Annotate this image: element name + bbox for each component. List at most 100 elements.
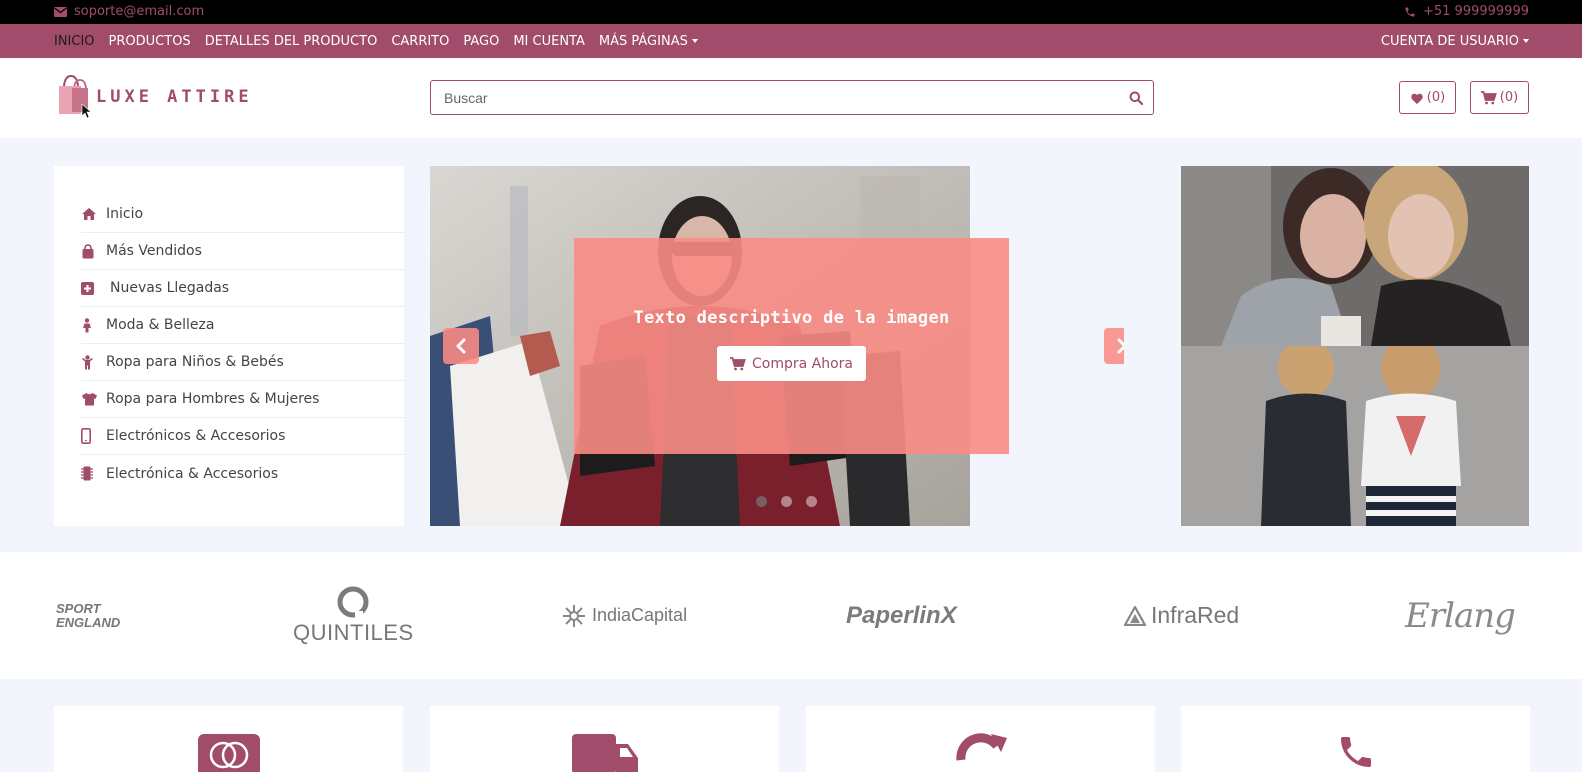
- carousel-indicator[interactable]: [806, 496, 817, 507]
- brand-sport-england-line1: SPORT: [56, 600, 101, 616]
- shop-now-button[interactable]: Compra Ahora: [716, 346, 866, 381]
- nav-item-mas-paginas[interactable]: MÁS PÁGINAS: [599, 34, 698, 49]
- nav-item-carrito[interactable]: CARRITO: [391, 34, 449, 49]
- sidebar-item-label: Ropa para Hombres & Mujeres: [106, 391, 320, 407]
- sidebar-item-mas-vendidos[interactable]: Más Vendidos: [81, 233, 404, 270]
- cart-icon: [1480, 90, 1497, 104]
- nav-item-inicio[interactable]: INICIO: [54, 34, 95, 49]
- brand-erlang-label: Erlang: [1405, 595, 1516, 636]
- sidebar-item-label: Electrónicos & Accesorios: [106, 428, 286, 444]
- nav-item-mas-paginas-label: MÁS PÁGINAS: [598, 33, 688, 49]
- carousel-indicators: [756, 496, 817, 507]
- brand-paperlinx-label: PaperlinX: [846, 601, 957, 629]
- search-button[interactable]: [1119, 81, 1153, 114]
- microchip-icon: [81, 466, 106, 481]
- brand-logo-sport-england[interactable]: SPORT ENGLAND: [56, 552, 120, 679]
- brand-indiacapital-label: IndiaCapital: [592, 605, 688, 625]
- logo-text: LUXE ATTIRE: [96, 87, 253, 107]
- nav-menu: INICIO PRODUCTOS DETALLES DEL PRODUCTO C…: [54, 24, 698, 58]
- chevron-left-icon: [456, 338, 466, 354]
- refresh-icon: [953, 732, 1009, 772]
- credit-card-icon: [197, 732, 260, 772]
- quintiles-mark-icon: [337, 586, 369, 619]
- child-icon: [81, 354, 106, 370]
- shopping-bag-icon: [81, 243, 106, 259]
- search-bar: [430, 80, 1154, 115]
- cart-button[interactable]: (0): [1470, 81, 1529, 114]
- sidebar-item-ropa-hombres-mujeres[interactable]: Ropa para Hombres & Mujeres: [81, 381, 404, 418]
- carousel-caption-box: Texto descriptivo de la imagen Compra Ah…: [574, 238, 1009, 454]
- carousel-indicator[interactable]: [756, 496, 767, 507]
- carousel-caption: Texto descriptivo de la imagen: [633, 308, 950, 328]
- cart-count: (0): [1499, 90, 1519, 105]
- support-email[interactable]: soporte@email.com: [54, 4, 204, 19]
- shop-now-label: Compra Ahora: [751, 355, 853, 372]
- main-navbar: INICIO PRODUCTOS DETALLES DEL PRODUCTO C…: [0, 24, 1582, 58]
- truck-icon: [570, 732, 640, 772]
- promo-image-kids[interactable]: [1181, 346, 1529, 526]
- brand-logo-quintiles[interactable]: QUINTILES: [293, 552, 414, 679]
- infrared-mark-icon: [1124, 605, 1146, 626]
- brand-logos-strip: SPORT ENGLAND QUINTILES IndiaCapital Pap…: [0, 552, 1582, 679]
- carousel-next-button[interactable]: [1104, 328, 1124, 364]
- nav-item-detalles-producto[interactable]: DETALLES DEL PRODUCTO: [205, 34, 378, 49]
- site-header: LUXE ATTIRE (0) (0): [0, 58, 1582, 138]
- nav-item-mi-cuenta[interactable]: MI CUENTA: [513, 34, 585, 49]
- plus-square-icon: [81, 281, 106, 295]
- brand-logo-indiacapital[interactable]: IndiaCapital: [562, 552, 687, 679]
- promo-image-women[interactable]: [1181, 166, 1529, 346]
- sidebar-item-label: Más Vendidos: [106, 243, 202, 259]
- sidebar-item-nuevas-llegadas[interactable]: Nuevas Llegadas: [81, 270, 404, 307]
- cart-icon: [729, 356, 746, 370]
- support-phone[interactable]: +51 999999999: [1404, 4, 1529, 19]
- feature-box-payment: [54, 706, 403, 772]
- tshirt-icon: [81, 392, 106, 406]
- home-icon: [81, 207, 106, 221]
- sidebar-item-label: Moda & Belleza: [106, 317, 215, 333]
- sidebar-item-label: Ropa para Niños & Bebés: [106, 354, 284, 370]
- chevron-right-icon: [1117, 338, 1124, 354]
- caret-down-icon: [691, 39, 698, 43]
- nav-item-pago[interactable]: PAGO: [463, 34, 499, 49]
- support-phone-text: +51 999999999: [1422, 4, 1529, 19]
- site-logo[interactable]: LUXE ATTIRE: [56, 74, 253, 120]
- female-icon: [81, 317, 106, 333]
- sidebar-item-inicio[interactable]: Inicio: [81, 196, 404, 233]
- indiacapital-mark-icon: [563, 604, 585, 627]
- brand-logo-paperlinx[interactable]: PaperlinX: [846, 552, 957, 679]
- caret-down-icon: [1523, 39, 1529, 43]
- sidebar-item-moda-belleza[interactable]: Moda & Belleza: [81, 307, 404, 344]
- feature-box-returns: [806, 706, 1155, 772]
- sidebar-item-label: Nuevas Llegadas: [110, 280, 230, 296]
- category-sidebar: Inicio Más Vendidos Nuevas Llegadas Moda…: [54, 166, 404, 526]
- sidebar-item-electronica[interactable]: Electrónica & Accesorios: [81, 455, 404, 492]
- feature-box-shipping: [430, 706, 779, 772]
- wishlist-count: (0): [1426, 90, 1446, 105]
- brand-infrared-label: InfraRed: [1151, 602, 1240, 628]
- brand-logo-erlang[interactable]: Erlang: [1405, 552, 1516, 679]
- support-email-text: soporte@email.com: [74, 4, 205, 19]
- sidebar-item-label: Electrónica & Accesorios: [106, 465, 279, 482]
- phone-icon: [1405, 7, 1415, 16]
- nav-item-productos[interactable]: PRODUCTOS: [109, 34, 191, 49]
- mobile-icon: [81, 428, 106, 444]
- brand-sport-england-line2: ENGLAND: [56, 614, 121, 630]
- carousel-indicator[interactable]: [781, 496, 792, 507]
- wishlist-button[interactable]: (0): [1399, 81, 1456, 114]
- feature-box-support: [1181, 706, 1530, 772]
- envelope-icon: [54, 6, 67, 17]
- phone-icon: [1333, 732, 1379, 772]
- sidebar-item-ropa-ninos[interactable]: Ropa para Niños & Bebés: [81, 344, 404, 381]
- brand-logo-infrared[interactable]: InfraRed: [1124, 552, 1239, 679]
- sidebar-item-electronicos[interactable]: Electrónicos & Accesorios: [81, 418, 404, 455]
- heart-icon: [1411, 93, 1423, 104]
- top-bar: soporte@email.com +51 999999999: [0, 0, 1582, 24]
- brand-quintiles-label: QUINTILES: [293, 619, 414, 645]
- search-icon: [1129, 91, 1143, 105]
- search-input[interactable]: [431, 81, 1119, 114]
- sidebar-item-label: Inicio: [106, 206, 144, 222]
- user-account-dropdown[interactable]: CUENTA DE USUARIO: [1381, 24, 1529, 58]
- carousel-prev-button[interactable]: [443, 328, 479, 364]
- hero-carousel: Texto descriptivo de la imagen Compra Ah…: [430, 166, 1124, 526]
- user-account-label: CUENTA DE USUARIO: [1380, 33, 1519, 49]
